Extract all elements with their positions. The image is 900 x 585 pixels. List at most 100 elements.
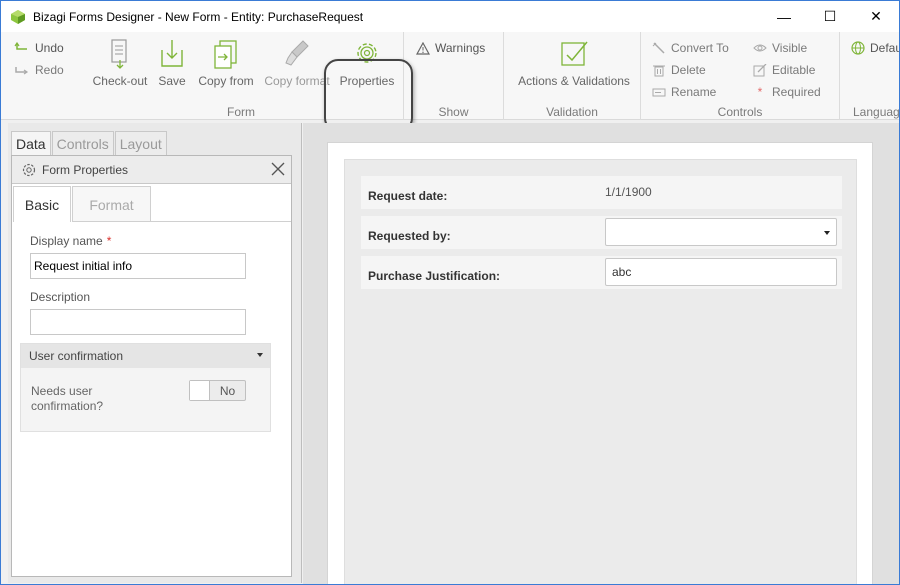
user-confirmation-section: User confirmation Needs user confirmatio… [20,343,271,432]
purchase-justification-value: abc [612,265,632,279]
copy-from-icon [214,40,237,69]
display-name-field[interactable] [30,253,246,279]
toggle-knob [190,381,210,400]
checkout-button[interactable]: Check-out [90,38,150,88]
checkbox-check-icon [561,41,588,66]
properties-tabs: Basic Format [13,186,151,222]
undo-label: Undo [35,41,64,55]
close-icon[interactable] [269,160,287,178]
required-mark: * [106,234,112,248]
display-name-text: Display name [30,234,103,248]
ribbon: Undo Redo Check-out Save Copy from Copy … [1,32,900,132]
form-canvas: Request date: 1/1/1900 Requested by: Pur… [303,123,899,584]
required-label: Required [772,85,821,99]
properties-highlight-ring [324,59,413,132]
language-group: Defau Languag [840,32,900,120]
warning-icon [416,41,430,55]
tab-data[interactable]: Data [11,131,51,155]
save-label: Save [158,74,186,88]
warnings-button[interactable]: Warnings [416,41,485,55]
default-language-button[interactable]: Defau [851,41,900,55]
requested-by-dropdown[interactable] [605,218,837,246]
copy-format-button[interactable]: Copy format [263,38,331,88]
globe-icon [851,41,865,55]
description-label: Description [30,290,91,304]
controls-group: Convert To Delete Rename Visible Editabl… [641,32,840,120]
properties-title: Form Properties [42,162,129,177]
asterisk-icon: * [757,85,763,99]
paintbrush-icon [285,40,309,66]
display-name-label: Display name * [30,234,111,248]
checkout-icon [111,39,127,69]
rename-icon [652,88,666,96]
default-language-label: Defau [870,41,900,55]
rename-button[interactable]: Rename [652,85,716,99]
actions-validations-label: Actions & Validations [518,74,630,88]
tab-format[interactable]: Format [72,186,151,222]
eye-icon [753,44,767,52]
save-icon [161,40,183,67]
controls-group-label: Controls [717,105,763,119]
tab-controls[interactable]: Controls [51,131,114,155]
delete-label: Delete [671,63,706,77]
left-panel: Data Controls Layout Form Properties Bas… [8,123,302,583]
form-row-purchase-justification[interactable]: Purchase Justification: abc [361,256,842,289]
window-title: Bizagi Forms Designer - New Form - Entit… [33,9,364,24]
validation-group-label: Validation [546,105,598,119]
tab-divider [72,221,291,222]
undo-button[interactable]: Undo [14,41,64,55]
warnings-label: Warnings [435,41,486,55]
convert-to-label: Convert To [671,41,729,55]
purchase-justification-label: Purchase Justification: [368,269,501,283]
validation-group: Actions & Validations Validation [504,32,641,120]
history-group: Undo Redo [1,32,79,120]
form-row-requested-by[interactable]: Requested by: [361,216,842,249]
chevron-down-icon [824,231,830,235]
wand-icon [652,41,665,54]
editable-label: Editable [772,63,816,77]
copy-from-button[interactable]: Copy from [196,38,256,88]
form-properties-panel: Form Properties Basic Format Display nam… [11,155,292,577]
maximize-button[interactable]: ☐ [807,1,853,32]
user-confirmation-header[interactable]: User confirmation [21,344,270,368]
save-button[interactable]: Save [154,38,190,88]
copy-format-label: Copy format [264,74,330,88]
panel-tabs: Data Controls Layout [11,131,168,155]
purchase-justification-field[interactable]: abc [605,258,837,286]
title-bar: Bizagi Forms Designer - New Form - Entit… [1,1,899,32]
chevron-down-icon [257,353,263,357]
properties-header: Form Properties [12,156,291,184]
rename-label: Rename [671,85,717,99]
show-group: Warnings Show [404,32,504,120]
redo-button[interactable]: Redo [14,63,64,77]
minimize-button[interactable]: — [761,1,807,32]
description-field[interactable] [30,309,246,335]
bizagi-logo-icon [11,9,25,24]
form-container[interactable]: Request date: 1/1/1900 Requested by: Pur… [344,159,857,584]
toggle-value: No [219,383,236,398]
convert-to-button[interactable]: Convert To [652,41,729,55]
gear-icon [22,163,36,176]
redo-label: Redo [35,63,64,77]
editable-button[interactable]: Editable [753,63,815,77]
trash-icon [653,65,665,76]
requested-by-label: Requested by: [368,229,451,243]
close-button[interactable]: ✕ [853,1,899,32]
edit-icon [753,63,767,76]
request-date-value: 1/1/1900 [605,185,652,199]
actions-validations-button[interactable]: Actions & Validations [514,38,634,88]
tab-basic[interactable]: Basic [13,186,71,222]
show-group-label: Show [438,105,469,119]
form-row-request-date[interactable]: Request date: 1/1/1900 [361,176,842,209]
app-window: Bizagi Forms Designer - New Form - Entit… [0,0,900,585]
form-page: Request date: 1/1/1900 Requested by: Pur… [327,142,873,584]
tab-layout[interactable]: Layout [114,131,167,155]
checkout-label: Check-out [92,74,148,88]
language-group-label: Languag [853,105,900,119]
undo-icon [14,42,27,50]
needs-confirmation-toggle[interactable]: No [189,380,246,401]
required-button[interactable]: * Required [753,85,821,99]
delete-button[interactable]: Delete [652,63,706,77]
visible-label: Visible [772,41,808,55]
visible-button[interactable]: Visible [753,41,807,55]
